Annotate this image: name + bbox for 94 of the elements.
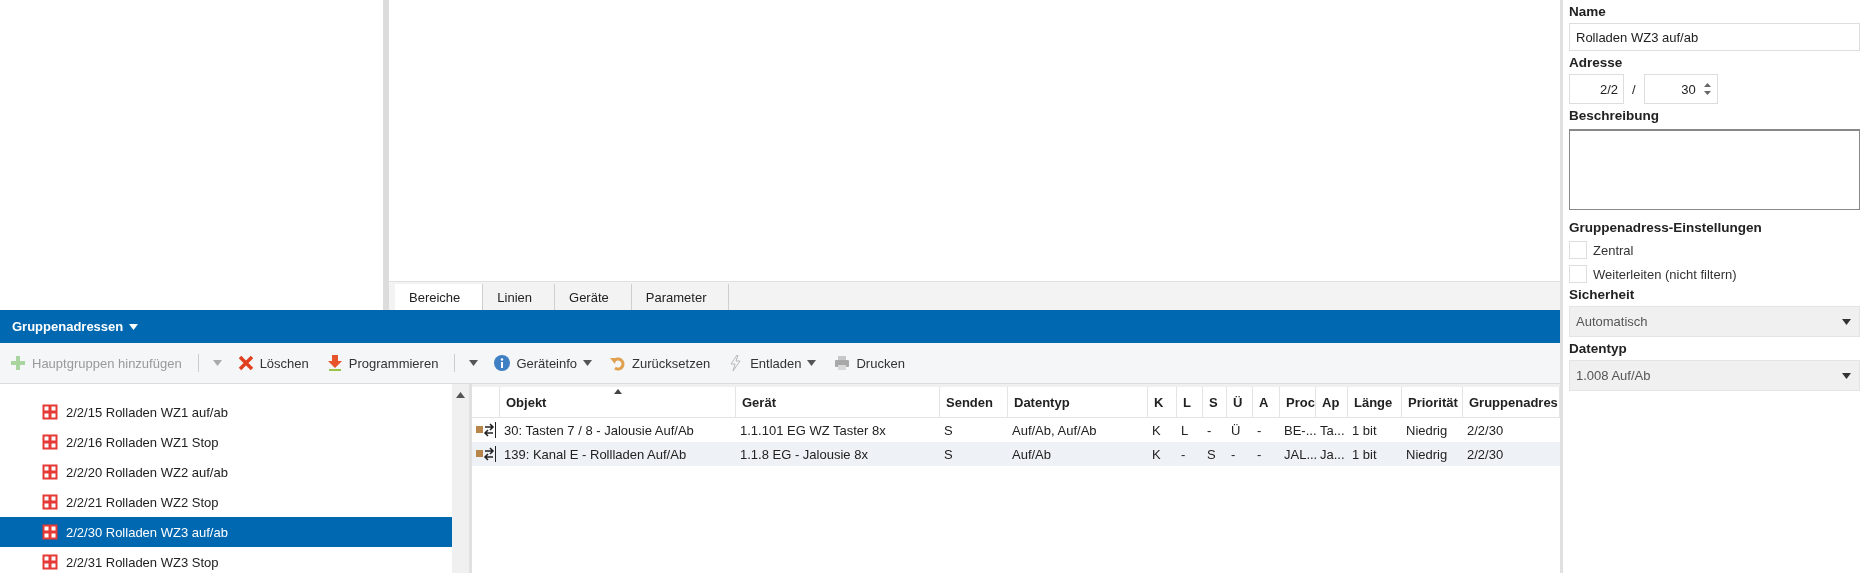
- description-field[interactable]: [1569, 129, 1860, 210]
- plus-icon: [10, 355, 26, 371]
- table-cell-text: JAL...: [1283, 445, 1316, 464]
- security-dropdown[interactable]: Automatisch: [1569, 306, 1860, 337]
- scroll-up-arrow-icon[interactable]: [456, 392, 465, 398]
- tab[interactable]: Bereiche: [395, 284, 484, 310]
- group-address-icon: [42, 464, 58, 480]
- column-header[interactable]: Länge: [1348, 387, 1402, 417]
- column-header[interactable]: S: [1203, 387, 1227, 417]
- info-icon: [494, 355, 511, 371]
- toolbar-button[interactable]: Drucken: [832, 353, 907, 373]
- column-header[interactable]: Gruppenadres: [1463, 387, 1560, 417]
- sort-arrow-icon: [613, 389, 622, 394]
- column-header[interactable]: L: [1177, 387, 1203, 417]
- datatype-dropdown[interactable]: 1.008 Auf/Ab: [1569, 360, 1860, 391]
- field-label: Name: [1569, 4, 1607, 19]
- table-cell-text: Auf/Ab: [1011, 445, 1053, 464]
- table-cell-text: S: [943, 421, 954, 440]
- table-cell-text: S: [1206, 445, 1217, 464]
- table-cell-text: 1 bit: [1351, 445, 1378, 464]
- field-label: Beschreibung: [1569, 108, 1661, 123]
- caret-icon: [1842, 372, 1851, 379]
- caret-icon: [129, 323, 139, 330]
- checkbox[interactable]: [1569, 265, 1587, 283]
- table-cell-text: Ja...: [1319, 445, 1346, 464]
- tree-item[interactable]: 2/2/16 Rolladen WZ1 Stop: [0, 427, 452, 457]
- table-cell-text: Niedrig: [1405, 421, 1449, 440]
- toolbar-button[interactable]: Zurücksetzen: [608, 353, 713, 373]
- checkbox-label: Zentral: [1593, 242, 1634, 258]
- group-address-icon: [42, 404, 58, 420]
- group-address-icon: [42, 554, 58, 570]
- name-field[interactable]: Rolladen WZ3 auf/ab: [1569, 23, 1860, 51]
- table-cell-text: 1.1.8 EG - Jalousie 8x: [739, 445, 869, 464]
- table-cell-text: L: [1180, 421, 1190, 440]
- column-header[interactable]: Datentyp: [1008, 387, 1148, 417]
- table-cell-text: 1 bit: [1351, 421, 1378, 440]
- column-header[interactable]: Senden: [940, 387, 1008, 417]
- table-cell-text: 2/2/30: [1466, 421, 1505, 440]
- address-separator: /: [1632, 81, 1636, 97]
- download-arrow-icon: [326, 355, 343, 371]
- table-cell-text: -: [1230, 445, 1237, 464]
- sub-address-spinner[interactable]: 30: [1643, 74, 1718, 104]
- field-label: Datentyp: [1569, 341, 1628, 356]
- section-label: Gruppenadress-Einstellungen: [1569, 220, 1763, 235]
- table-cell-text: 139: Kanal E - Rollladen Auf/Ab: [503, 445, 688, 464]
- table-cell-text: -: [1206, 421, 1213, 440]
- table-cell-text: Ü: [1230, 421, 1242, 440]
- group-address-icon: [42, 494, 58, 510]
- column-header[interactable]: Objekt: [500, 387, 736, 417]
- tree-item[interactable]: 2/2/31 Rolladen WZ3 Stop: [0, 547, 452, 573]
- table-cell-text: K: [1151, 421, 1162, 440]
- table-cell-text: S: [943, 445, 954, 464]
- object-link-icon: [476, 446, 496, 462]
- toolbar-button[interactable]: Entladen: [726, 353, 819, 373]
- printer-icon: [834, 355, 851, 371]
- table-cell-text: 1.1.101 EG WZ Taster 8x: [739, 421, 887, 440]
- caret-icon: [1842, 318, 1851, 325]
- scrollbar[interactable]: [452, 384, 469, 573]
- table-cell-text: 2/2/30: [1466, 445, 1505, 464]
- field-label: Adresse: [1569, 55, 1624, 70]
- tree-item[interactable]: 2/2/20 Rolladen WZ2 auf/ab: [0, 457, 452, 487]
- panel-title[interactable]: Gruppenadressen: [12, 319, 139, 334]
- checkbox-label: Weiterleiten (nicht filtern): [1593, 266, 1737, 282]
- undo-icon: [610, 355, 627, 371]
- toolbar-button[interactable]: Geräteinfo: [492, 353, 595, 373]
- column-header[interactable]: Ü: [1227, 387, 1253, 417]
- object-link-icon: [476, 422, 496, 438]
- toolbar-button[interactable]: Löschen: [235, 353, 311, 373]
- column-header[interactable]: K: [1148, 387, 1177, 417]
- column-header[interactable]: Priorität: [1402, 387, 1463, 417]
- column-header[interactable]: Ap: [1316, 387, 1348, 417]
- toolbar-button[interactable]: Programmieren: [324, 353, 441, 373]
- checkbox[interactable]: [1569, 241, 1587, 259]
- field-label: Sicherheit: [1569, 287, 1636, 302]
- delete-icon: [237, 355, 254, 371]
- table-cell-text: -: [1256, 445, 1263, 464]
- table-cell-text: -: [1256, 421, 1263, 440]
- table-cell-text: Niedrig: [1405, 445, 1449, 464]
- group-address-icon: [42, 434, 58, 450]
- column-header[interactable]: Proc: [1280, 387, 1316, 417]
- caret-icon[interactable]: [469, 360, 479, 366]
- table-cell-text: 30: Tasten 7 / 8 - Jalousie Auf/Ab: [503, 421, 695, 440]
- table-cell-text: Auf/Ab, Auf/Ab: [1011, 421, 1098, 440]
- table-cell-text: Ta...: [1319, 421, 1346, 440]
- main-address-field[interactable]: 2/2: [1569, 74, 1624, 104]
- table-cell-text: BE-...: [1283, 421, 1316, 440]
- group-address-icon: [42, 524, 58, 540]
- tree-item[interactable]: 2/2/21 Rolladen WZ2 Stop: [0, 487, 452, 517]
- column-header[interactable]: A: [1253, 387, 1280, 417]
- table-cell-text: -: [1180, 445, 1187, 464]
- tree-item[interactable]: 2/2/15 Rolladen WZ1 auf/ab: [0, 397, 452, 427]
- table-cell-text: K: [1151, 445, 1162, 464]
- column-header[interactable]: Gerät: [736, 387, 940, 417]
- tree-item[interactable]: 2/2/30 Rolladen WZ3 auf/ab: [0, 517, 452, 547]
